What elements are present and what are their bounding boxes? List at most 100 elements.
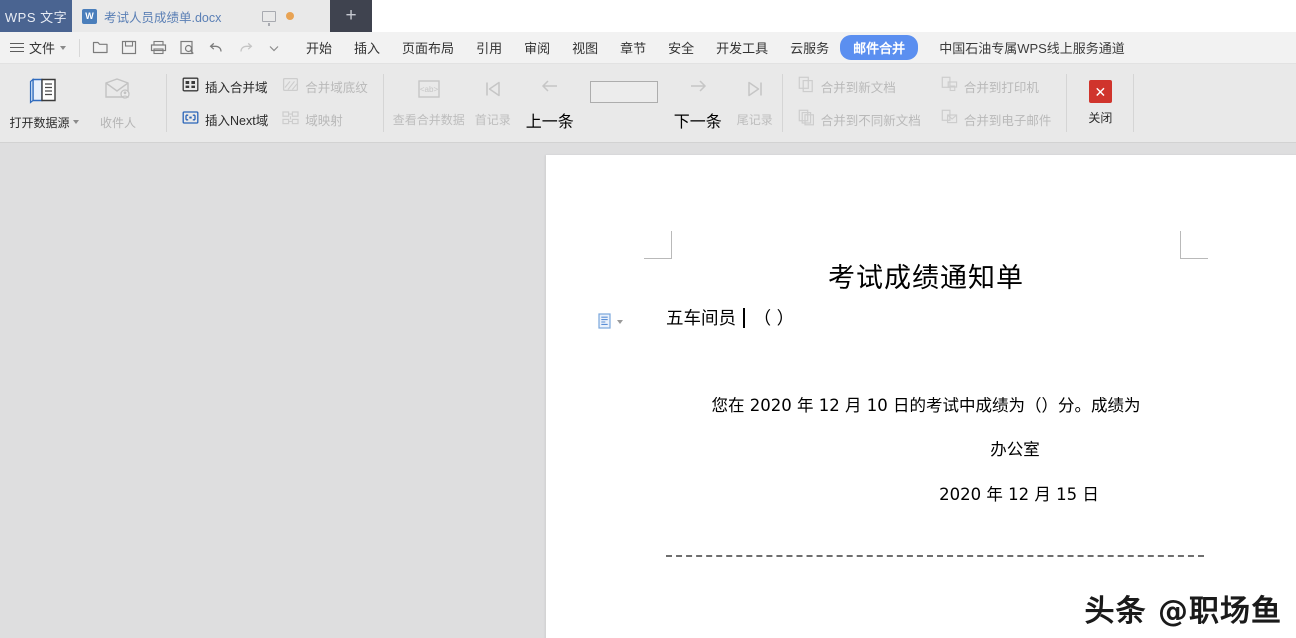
record-number-input[interactable] [589, 81, 658, 103]
recipient-prefix: 五车间员 [666, 309, 736, 329]
signature-organization: 办公室 [990, 440, 1040, 459]
quick-access-toolbar [87, 36, 287, 60]
tab-references[interactable]: 引用 [465, 34, 513, 61]
dashed-separator [666, 555, 1204, 557]
watermark-label: 头条 @职场鱼 [1084, 594, 1282, 629]
recipient-placeholder: （ ） [753, 309, 795, 329]
tab-cnpc-wps-online-service[interactable]: 中国石油专属WPS线上服务通道 [928, 34, 1136, 61]
ribbon-group-fields: 插入合并域 插入Next域 合并域底纹 域映射 [171, 64, 379, 142]
chevron-down-icon[interactable] [72, 120, 79, 124]
prev-record-button: 上一条 [516, 64, 584, 142]
signature-date: 2020 年 12 月 15 日 [939, 485, 1099, 504]
ribbon-separator [1133, 74, 1135, 132]
tab-insert[interactable]: 插入 [343, 34, 391, 61]
merge-field-shading-icon [282, 76, 299, 98]
insert-next-field-label: 插入Next域 [205, 114, 269, 128]
hamburger-icon [10, 42, 24, 53]
document-tab-status-area [262, 0, 330, 32]
merge-to-printer-icon [941, 76, 958, 98]
menu-bar: 文件 开始 插入 页面布局 引用 审阅 视图 章节 安全 开发工具 云服务 邮件… [0, 32, 1296, 64]
next-record-button: 下一条 [664, 64, 732, 142]
tab-review[interactable]: 审阅 [513, 34, 561, 61]
print-icon[interactable] [145, 36, 171, 60]
close-mail-merge-icon: ✕ [1088, 80, 1112, 103]
recipients-icon [103, 76, 133, 109]
insert-next-field-button[interactable]: 插入Next域 [178, 107, 272, 133]
redo-icon[interactable] [232, 36, 258, 60]
print-preview-icon[interactable] [174, 36, 200, 60]
last-record-button: 尾记录 [732, 64, 778, 142]
file-badge-letter: W [85, 11, 94, 21]
ribbon-separator [781, 74, 783, 132]
wps-writer-doc-icon: W [82, 8, 97, 24]
document-tab-label: 考试人员成绩单.docx [104, 10, 222, 25]
open-data-source-icon [29, 76, 59, 109]
save-icon[interactable] [116, 36, 142, 60]
tab-view[interactable]: 视图 [561, 34, 609, 61]
merge-to-email-icon [941, 109, 958, 131]
insert-merge-field-button[interactable]: 插入合并域 [178, 74, 272, 100]
chevron-down-icon [60, 45, 67, 50]
recipient-line[interactable]: 五车间员 （ ） [666, 305, 794, 330]
tab-page-layout[interactable]: 页面布局 [391, 34, 465, 61]
open-folder-icon[interactable] [87, 36, 113, 60]
unsaved-indicator [286, 12, 294, 20]
merge-to-email-button: 合并到电子邮件 [937, 107, 1056, 133]
tab-mail-merge[interactable]: 邮件合并 [840, 35, 919, 60]
field-mapping-button: 域映射 [278, 107, 372, 133]
new-tab-button[interactable]: + [330, 0, 372, 32]
text-cursor [743, 307, 745, 328]
tab-developer-tools[interactable]: 开发工具 [705, 34, 779, 61]
margin-mark-top-left [644, 231, 672, 259]
field-mapping-icon [282, 109, 299, 131]
open-data-source-label: 打开数据源 [9, 115, 70, 130]
file-menu-label: 文件 [29, 41, 56, 56]
ribbon-separator [1066, 74, 1068, 132]
last-record-icon [744, 78, 766, 105]
ribbon-separator [382, 74, 384, 132]
insert-next-field-icon [182, 109, 199, 131]
ribbon-group-data-source: 打开数据源 收件人 [0, 64, 162, 142]
prev-record-arrow-icon [539, 75, 561, 102]
ribbon-group-record-navigation: <ab> 查看合并数据 首记录 上一条 下一条 尾记录 [388, 64, 778, 142]
field-buttons-right-column: 合并域底纹 域映射 [278, 64, 372, 142]
merge-field-shading-button: 合并域底纹 [278, 74, 372, 100]
merge-to-new-document-icon [798, 76, 815, 98]
view-merged-data-button: <ab> 查看合并数据 [388, 64, 470, 142]
field-mapping-label: 域映射 [305, 114, 343, 128]
ribbon-filler [1138, 64, 1296, 142]
tab-cloud-services[interactable]: 云服务 [779, 34, 840, 61]
insert-merge-field-label: 插入合并域 [205, 81, 268, 95]
merge-to-email-label: 合并到电子邮件 [963, 114, 1052, 128]
mail-merge-ribbon: 打开数据源 收件人 插入合并域 插入Next域 合并域底纹 域映射 <ab> 查… [0, 64, 1296, 143]
merge-to-new-document-button: 合并到新文档 [794, 74, 925, 100]
open-data-source-button[interactable]: 打开数据源 [7, 64, 81, 142]
last-record-label: 尾记录 [736, 113, 773, 127]
document-tab[interactable]: W 考试人员成绩单.docx [72, 0, 262, 32]
document-workspace[interactable]: 考试成绩通知单 五车间员 （ ） 您在 2020 年 12 月 10 日的考试中… [0, 144, 1296, 638]
undo-icon[interactable] [203, 36, 229, 60]
tab-start[interactable]: 开始 [295, 34, 343, 61]
merge-output-right-column: 合并到打印机 合并到电子邮件 [937, 64, 1056, 142]
field-buttons-left-column: 插入合并域 插入Next域 [178, 64, 272, 142]
document-page[interactable]: 考试成绩通知单 五车间员 （ ） 您在 2020 年 12 月 10 日的考试中… [546, 155, 1296, 638]
first-record-icon [482, 78, 504, 105]
first-record-button: 首记录 [470, 64, 516, 142]
ribbon-separator [166, 74, 167, 132]
chevron-down-icon[interactable] [617, 319, 623, 324]
customize-qat-chevron-icon[interactable] [261, 36, 287, 60]
prev-record-label: 上一条 [525, 113, 574, 131]
file-menu-button[interactable]: 文件 [6, 38, 72, 57]
first-record-label: 首记录 [474, 113, 511, 127]
svg-text:<ab>: <ab> [420, 85, 439, 94]
paste-options-smart-tag-icon[interactable] [598, 313, 623, 330]
screen-cast-icon[interactable] [262, 10, 276, 26]
close-mail-merge-button[interactable]: ✕ 关闭 [1071, 64, 1129, 142]
document-title: 考试成绩通知单 [828, 263, 1024, 294]
recipients-label: 收件人 [99, 115, 136, 130]
tab-security[interactable]: 安全 [657, 34, 705, 61]
tab-chapter[interactable]: 章节 [609, 34, 657, 61]
view-merged-data-label: 查看合并数据 [392, 113, 465, 127]
close-glyph: ✕ [1094, 83, 1107, 100]
app-tab-wps-writer[interactable]: WPS 文字 [0, 0, 72, 32]
